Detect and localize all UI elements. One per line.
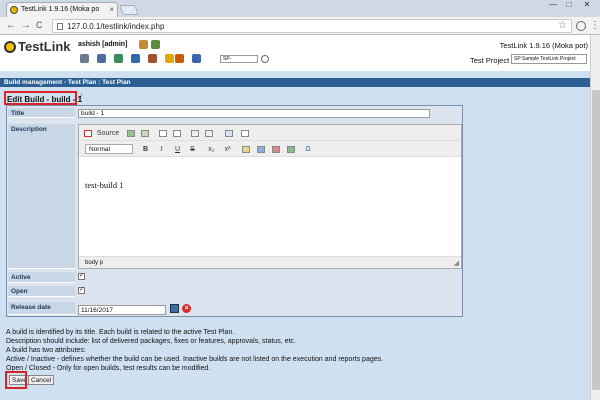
bulleted-list-icon[interactable] bbox=[173, 130, 181, 137]
editor-toolbar-row-2: Normal B I U S x₂ x² Ω bbox=[79, 141, 461, 157]
info-line: A build is identified by its title. Each… bbox=[6, 329, 235, 336]
tab-close-icon[interactable]: × bbox=[109, 5, 114, 14]
info-line: A build has two attributes: bbox=[6, 347, 86, 354]
description-label: Description bbox=[8, 124, 75, 269]
release-date-input[interactable]: 11/16/2017 bbox=[78, 305, 166, 315]
search-icon[interactable] bbox=[261, 55, 269, 63]
help-info-icon[interactable]: i bbox=[80, 92, 82, 101]
title-label: Title bbox=[8, 108, 75, 118]
browser-tab[interactable]: TestLink 1.9.16 (Moka po × bbox=[6, 2, 118, 17]
extension-icon[interactable] bbox=[576, 21, 586, 31]
test-project-label: Test Project bbox=[470, 56, 510, 65]
subscript-button[interactable]: x₂ bbox=[206, 145, 217, 154]
info-line: Open / Closed - Only for open builds, te… bbox=[6, 365, 211, 372]
editor-element-path: body p ◢ bbox=[79, 256, 461, 268]
events-icon[interactable] bbox=[175, 54, 184, 63]
test-project-select[interactable]: SP:Sample TestLink Project bbox=[511, 54, 587, 64]
undo-icon[interactable] bbox=[127, 130, 135, 137]
reload-icon[interactable]: C bbox=[36, 20, 43, 31]
element-path-text: body p bbox=[85, 260, 104, 266]
horizontal-rule-icon[interactable] bbox=[241, 130, 249, 137]
superscript-button[interactable]: x² bbox=[222, 145, 233, 154]
unlink-icon[interactable] bbox=[287, 146, 295, 153]
table-icon[interactable] bbox=[225, 130, 233, 137]
browser-toolbar: ← → C 127.0.0.1/testlink/index.php ☆ ⋮ bbox=[0, 17, 600, 35]
browser-tab-title: TestLink 1.9.16 (Moka po bbox=[21, 6, 100, 13]
testlink-logo-icon bbox=[4, 41, 16, 53]
window-minimize-button[interactable]: — bbox=[546, 1, 560, 10]
logout-icon[interactable] bbox=[151, 40, 160, 49]
logged-in-user: ashish [admin] bbox=[78, 41, 128, 48]
page-icon bbox=[57, 23, 63, 30]
test-execution-icon[interactable] bbox=[131, 54, 140, 63]
source-button[interactable]: Source bbox=[95, 129, 121, 138]
numbered-list-icon[interactable] bbox=[159, 130, 167, 137]
open-checkbox[interactable]: ✓ bbox=[78, 287, 85, 294]
decrease-indent-icon[interactable] bbox=[191, 130, 199, 137]
underline-button[interactable]: U bbox=[173, 145, 182, 154]
breadcrumb: Build management - Test Plan : Test Plan bbox=[0, 78, 590, 87]
edit-build-form: Title build - 1 Description Source Norma… bbox=[6, 105, 463, 317]
browser-tab-strip: TestLink 1.9.16 (Moka po × — □ ✕ bbox=[0, 0, 600, 17]
calendar-icon[interactable] bbox=[170, 304, 179, 313]
info-line: Active / Inactive - defines whether the … bbox=[6, 356, 384, 363]
cancel-button[interactable]: Cancel bbox=[28, 375, 55, 385]
link-icon[interactable] bbox=[257, 146, 265, 153]
highlight-box-save bbox=[5, 371, 27, 389]
redo-icon[interactable] bbox=[141, 130, 149, 137]
active-checkbox[interactable]: ✓ bbox=[78, 273, 85, 280]
test-specification-icon[interactable] bbox=[114, 54, 123, 63]
desktop-icon[interactable] bbox=[80, 54, 89, 63]
active-label: Active bbox=[8, 272, 75, 283]
source-icon bbox=[84, 130, 92, 137]
forward-icon[interactable]: → bbox=[21, 20, 31, 31]
editor-content[interactable]: test-build 1 bbox=[85, 180, 123, 190]
test-case-search-input[interactable]: SP- bbox=[220, 55, 258, 63]
description-editor[interactable]: Source Normal B I U S x₂ x² Ω test-build… bbox=[78, 124, 462, 269]
requirements-icon[interactable] bbox=[97, 54, 106, 63]
image-icon[interactable] bbox=[242, 146, 250, 153]
italic-button[interactable]: I bbox=[157, 145, 166, 154]
resize-handle-icon[interactable]: ◢ bbox=[454, 259, 459, 267]
anchor-icon[interactable] bbox=[272, 146, 280, 153]
window-maximize-button[interactable]: □ bbox=[562, 1, 576, 10]
testlink-logo: TestLink bbox=[4, 39, 71, 54]
browser-menu-icon[interactable]: ⋮ bbox=[590, 20, 600, 31]
strikethrough-button[interactable]: S bbox=[188, 145, 197, 154]
scrollbar-thumb[interactable] bbox=[592, 90, 600, 390]
logo-text: TestLink bbox=[18, 39, 71, 54]
new-tab-button[interactable] bbox=[119, 5, 139, 15]
open-label: Open bbox=[8, 286, 75, 297]
clear-date-icon[interactable]: × bbox=[182, 304, 191, 313]
build-info-text: A build is identified by its title. Each… bbox=[6, 328, 383, 373]
format-select[interactable]: Normal bbox=[85, 144, 133, 154]
highlight-box-title bbox=[4, 91, 77, 105]
editor-toolbar-row-1: Source bbox=[79, 125, 461, 141]
personal-info-icon[interactable] bbox=[139, 40, 148, 49]
address-bar[interactable]: 127.0.0.1/testlink/index.php ☆ bbox=[52, 19, 572, 33]
bold-button[interactable]: B bbox=[141, 145, 150, 154]
page-scrollbar[interactable] bbox=[590, 35, 600, 400]
test-reports-icon[interactable] bbox=[148, 54, 157, 63]
info-line: Description should include: list of deli… bbox=[6, 338, 296, 345]
increase-indent-icon[interactable] bbox=[205, 130, 213, 137]
testlink-favicon-icon bbox=[10, 6, 18, 14]
bookmark-star-icon[interactable]: ☆ bbox=[558, 20, 567, 31]
user-management-icon[interactable] bbox=[165, 54, 174, 63]
back-icon[interactable]: ← bbox=[6, 20, 16, 31]
window-close-button[interactable]: ✕ bbox=[580, 1, 594, 10]
app-version: TestLink 1.9.16 (Moka pot) bbox=[499, 41, 588, 50]
url-text: 127.0.0.1/testlink/index.php bbox=[67, 22, 165, 31]
settings-icon[interactable] bbox=[192, 54, 201, 63]
testlink-header: TestLink ashish [admin] SP- TestLink 1.9… bbox=[0, 35, 590, 71]
release-date-label: Release date bbox=[8, 302, 75, 315]
special-character-button[interactable]: Ω bbox=[303, 145, 313, 154]
build-title-input[interactable]: build - 1 bbox=[78, 109, 430, 118]
